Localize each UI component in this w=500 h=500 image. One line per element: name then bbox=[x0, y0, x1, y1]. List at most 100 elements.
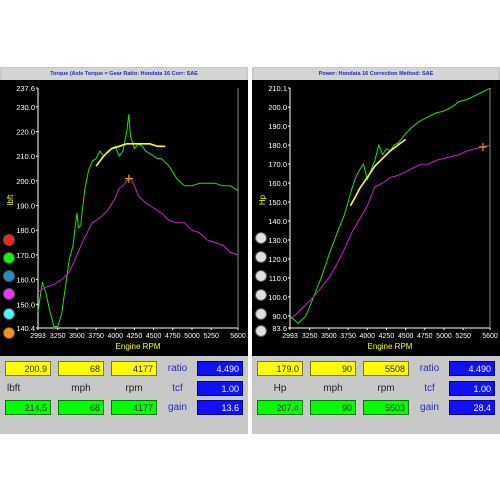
blue-series-dot[interactable] bbox=[3, 270, 15, 282]
torque-y-tick-label: 230.0 bbox=[16, 103, 35, 112]
run-dot-5[interactable] bbox=[255, 308, 267, 320]
orange-series-dot[interactable] bbox=[3, 327, 15, 339]
ratio-label: ratio bbox=[167, 363, 188, 374]
power-y-tick-label: 100.0 bbox=[268, 293, 287, 302]
torque-y-tick-label: 237.6 bbox=[16, 84, 35, 93]
power-y-tick-label: 190.0 bbox=[268, 122, 287, 131]
run-dot-6[interactable] bbox=[255, 325, 267, 337]
run-dot-2[interactable] bbox=[255, 251, 267, 263]
power-x-tick-label: 3750 bbox=[340, 333, 356, 340]
run-dot-1[interactable] bbox=[255, 232, 267, 244]
power-x-tick-label: 4250 bbox=[379, 333, 395, 340]
tcf-value: 1.00 bbox=[449, 381, 495, 396]
speed-cursor-value: 90 bbox=[310, 361, 356, 376]
unit-label-mph: mph bbox=[323, 383, 343, 394]
unit-label-mph: mph bbox=[71, 383, 91, 394]
torque-peak-value: 214.5 bbox=[5, 400, 51, 415]
torque-y-tick-label: 190.0 bbox=[16, 202, 35, 211]
torque-cursor-value: 200.9 bbox=[5, 361, 51, 376]
speed-cursor-value: 68 bbox=[58, 361, 104, 376]
torque-x-tick-label: 4000 bbox=[107, 333, 123, 340]
power-y-tick-label: 150.0 bbox=[268, 198, 287, 207]
tcf-value: 1.00 bbox=[197, 381, 243, 396]
power-x-tick-label: 5000 bbox=[436, 333, 452, 340]
torque-x-axis-title: Engine RPM bbox=[116, 342, 161, 351]
power-y-axis-title: Hp bbox=[258, 194, 267, 205]
torque-y-tick-label: 140.4 bbox=[16, 324, 35, 333]
gain-label: gain bbox=[420, 402, 439, 413]
power-y-tick-label: 180.0 bbox=[268, 141, 287, 150]
power-x-tick-label: 4000 bbox=[359, 333, 375, 340]
torque-chart[interactable]: 237.6 230.0 220.0 210.0 200.0 190.0 180.0 170.0… bbox=[0, 80, 248, 356]
unit-label-lbft: lbft bbox=[7, 383, 21, 394]
ratio-value: 4.490 bbox=[197, 361, 243, 376]
tcf-label: tcf bbox=[172, 383, 183, 394]
rpm-cursor-value: 4177 bbox=[111, 361, 157, 376]
unit-label-rpm: rpm bbox=[125, 383, 143, 394]
gain-value: 28.4 bbox=[449, 400, 495, 415]
gain-value: 13.6 bbox=[197, 400, 243, 415]
torque-x-tick-label: 5250 bbox=[203, 333, 219, 340]
torque-y-tick-label: 170.0 bbox=[16, 251, 35, 260]
unit-label-rpm: rpm bbox=[377, 383, 395, 394]
torque-x-tick-label: 3750 bbox=[88, 333, 104, 340]
power-y-tick-label: 200.0 bbox=[268, 103, 287, 112]
power-y-tick-label: 170.0 bbox=[268, 160, 287, 169]
power-y-tick-label: 120.0 bbox=[268, 255, 287, 264]
torque-x-tick-label: 2993 bbox=[30, 333, 46, 340]
power-chart[interactable]: 210.1 200.0 190.0 180.0 170.0 160.0 150.0 140.0… bbox=[252, 80, 500, 356]
power-x-tick-label: 4500 bbox=[398, 333, 414, 340]
torque-x-tick-label: 4250 bbox=[127, 333, 143, 340]
speed-peak-value: 90 bbox=[310, 400, 356, 415]
power-x-tick-label: 5250 bbox=[455, 333, 471, 340]
cyan-series-dot[interactable] bbox=[3, 308, 15, 320]
torque-y-tick-label: 210.0 bbox=[16, 152, 35, 161]
run-dot-4[interactable] bbox=[255, 289, 267, 301]
power-x-tick-label: 5600 bbox=[482, 333, 498, 340]
torque-y-tick-label: 200.0 bbox=[16, 177, 35, 186]
torque-readouts: 200.9 68 4177 ratio 4.490 lbft mph rpm t… bbox=[0, 356, 248, 429]
power-x-tick-label: 4750 bbox=[417, 333, 433, 340]
torque-x-tick-label: 3250 bbox=[50, 333, 66, 340]
power-y-tick-label: 130.0 bbox=[268, 236, 287, 245]
power-y-tick-label: 160.0 bbox=[268, 179, 287, 188]
torque-y-tick-label: 160.0 bbox=[16, 276, 35, 285]
power-x-tick-label: 3250 bbox=[302, 333, 318, 340]
torque-y-axis-title: lbft bbox=[6, 194, 15, 205]
torque-x-tick-label: 5000 bbox=[184, 333, 200, 340]
run-dot-3[interactable] bbox=[255, 270, 267, 282]
power-plot-background bbox=[252, 80, 500, 356]
torque-x-tick-label: 4500 bbox=[146, 333, 162, 340]
gain-label: gain bbox=[168, 402, 187, 413]
ratio-label: ratio bbox=[419, 363, 440, 374]
magenta-series-dot[interactable] bbox=[3, 288, 15, 300]
power-y-tick-label: 110.0 bbox=[269, 274, 287, 283]
torque-x-tick-label: 3500 bbox=[69, 333, 85, 340]
power-panel: Power: Hondata 16 Correction Method: SAE… bbox=[252, 67, 500, 429]
speed-peak-value: 68 bbox=[58, 400, 104, 415]
power-x-axis-title: Engine RPM bbox=[368, 342, 413, 351]
panel-divider bbox=[248, 67, 252, 434]
rpm-peak-value: 5503 bbox=[363, 400, 409, 415]
power-peak-value: 207.4 bbox=[257, 400, 303, 415]
power-y-tick-label: 90.0 bbox=[272, 312, 287, 321]
power-x-tick-label: 2993 bbox=[282, 333, 298, 340]
power-readouts: 179.0 90 5508 ratio 4.490 Hp mph rpm tcf… bbox=[252, 356, 500, 429]
power-y-tick-label: 210.1 bbox=[268, 84, 287, 93]
tcf-label: tcf bbox=[424, 383, 435, 394]
rpm-cursor-value: 5508 bbox=[363, 361, 409, 376]
power-x-tick-label: 3500 bbox=[321, 333, 337, 340]
rpm-peak-value: 4177 bbox=[111, 400, 157, 415]
green-series-dot[interactable] bbox=[3, 252, 15, 264]
torque-y-tick-label: 220.0 bbox=[16, 127, 35, 136]
power-cursor-value: 179.0 bbox=[257, 361, 303, 376]
torque-x-tick-label: 5600 bbox=[230, 333, 246, 340]
red-series-dot[interactable] bbox=[3, 234, 15, 246]
torque-y-tick-label: 150.0 bbox=[16, 300, 35, 309]
power-y-tick-label: 140.0 bbox=[268, 217, 287, 226]
ratio-value: 4.490 bbox=[449, 361, 495, 376]
torque-x-tick-label: 4750 bbox=[165, 333, 181, 340]
unit-label-hp: Hp bbox=[273, 383, 287, 394]
power-y-tick-label: 83.6 bbox=[272, 324, 287, 333]
torque-y-tick-label: 180.0 bbox=[16, 226, 35, 235]
